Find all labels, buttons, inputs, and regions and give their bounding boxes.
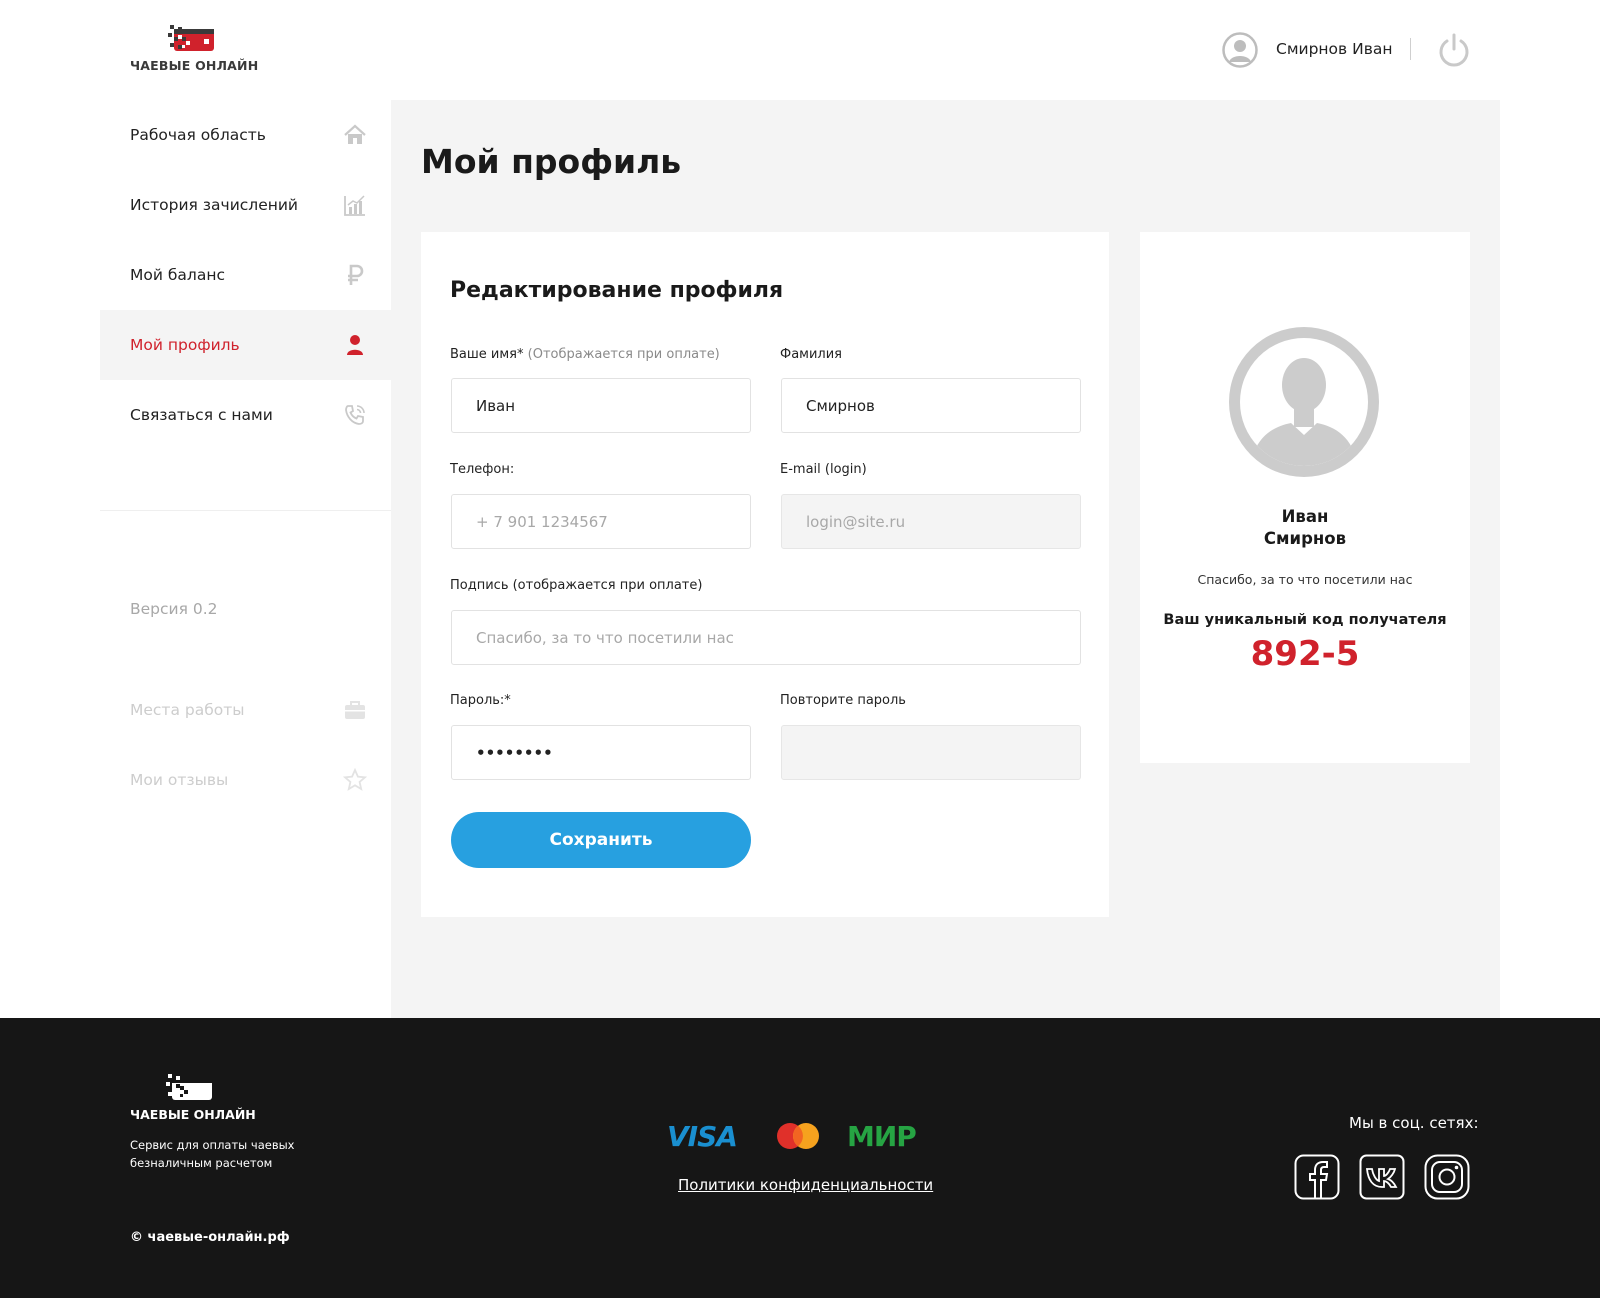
- repeat-password-label: Повторите пароль: [780, 693, 906, 708]
- email-label: E-mail (login): [780, 462, 867, 477]
- password-label: Пароль:*: [450, 693, 511, 708]
- repeat-password-input[interactable]: [781, 725, 1081, 780]
- profile-last-name: Смирнов: [1263, 529, 1347, 548]
- phone-input[interactable]: [451, 494, 751, 549]
- form-title: Редактирование профиля: [450, 278, 784, 303]
- star-icon: [343, 768, 367, 791]
- sidebar-divider: [100, 510, 391, 511]
- visa-logo: VISA: [667, 1120, 738, 1153]
- footer-description: Сервис для оплаты чаевых безналичным рас…: [130, 1138, 295, 1170]
- footer-logo-text: ЧАЕВЫЕ ОНЛАЙН: [130, 1107, 256, 1122]
- first-name-input[interactable]: [451, 378, 751, 433]
- footer-logo-icon: [166, 1074, 212, 1100]
- phone-label: Телефон:: [450, 462, 515, 477]
- profile-signature: Спасибо, за то что посетили нас: [1197, 572, 1413, 587]
- sidebar-item-label: Связаться с нами: [130, 406, 273, 424]
- ruble-icon: [348, 264, 364, 285]
- sidebar-item-label: Мои отзывы: [130, 771, 229, 789]
- sidebar-item-balance[interactable]: Мой баланс: [100, 240, 391, 310]
- phone-icon: [345, 405, 365, 425]
- sidebar-item-contact[interactable]: Связаться с нами: [100, 380, 391, 450]
- mastercard-logo-icon: [777, 1123, 819, 1149]
- sidebar-item-profile[interactable]: Мой профиль: [100, 310, 391, 380]
- chart-icon: [344, 195, 365, 216]
- sidebar-item-label: Мой профиль: [130, 336, 240, 354]
- logout-power-icon[interactable]: [1436, 32, 1472, 68]
- recipient-code-label: Ваш уникальный код получателя: [1163, 612, 1447, 628]
- sidebar-item-label: История зачислений: [130, 196, 299, 214]
- page-title: Мой профиль: [421, 142, 682, 181]
- sidebar-item-label: Места работы: [130, 701, 245, 719]
- last-name-label: Фамилия: [780, 347, 842, 362]
- signature-label: Подпись (отображается при оплате): [450, 578, 703, 593]
- first-name-label: Ваше имя* (Отображается при оплате): [450, 347, 720, 362]
- briefcase-icon: [345, 701, 365, 719]
- mir-logo: МИР: [847, 1120, 917, 1153]
- header: ЧАЕВЫЕ ОНЛАЙН Смирнов Иван: [0, 0, 1600, 100]
- user-icon: [347, 335, 363, 355]
- save-button[interactable]: Сохранить: [451, 812, 751, 868]
- facebook-icon[interactable]: [1294, 1154, 1340, 1200]
- sidebar-item-reviews[interactable]: Мои отзывы: [100, 745, 391, 815]
- user-avatar-icon[interactable]: [1222, 32, 1258, 68]
- profile-first-name: Иван: [1281, 507, 1329, 526]
- profile-edit-form: Редактирование профиля Ваше имя* (Отобра…: [421, 232, 1109, 917]
- password-input[interactable]: [451, 725, 751, 780]
- logo-icon: [168, 25, 214, 51]
- first-name-hint: (Отображается при оплате): [527, 347, 720, 362]
- sidebar: Рабочая область История зачислений Мой б…: [100, 100, 391, 1018]
- first-name-label-text: Ваше имя*: [450, 347, 524, 362]
- instagram-icon[interactable]: [1424, 1154, 1470, 1200]
- sidebar-item-workspace[interactable]: Рабочая область: [100, 100, 391, 170]
- sidebar-item-workplaces[interactable]: Места работы: [100, 675, 391, 745]
- profile-avatar-icon: [1229, 327, 1379, 477]
- header-separator: [1410, 38, 1411, 60]
- home-icon: [344, 124, 366, 144]
- privacy-policy-link[interactable]: Политики конфиденциальности: [678, 1176, 933, 1194]
- sidebar-item-label: Мой баланс: [130, 266, 225, 284]
- last-name-input[interactable]: [781, 378, 1081, 433]
- profile-summary-card: Иван Смирнов Спасибо, за то что посетили…: [1140, 232, 1470, 763]
- social-title: Мы в соц. сетях:: [1349, 1114, 1479, 1132]
- recipient-code: 892-5: [1250, 634, 1360, 674]
- sidebar-item-label: Рабочая область: [130, 126, 266, 144]
- app-version: Версия 0.2: [130, 600, 218, 618]
- signature-input[interactable]: [451, 610, 1081, 665]
- logo-text: ЧАЕВЫЕ ОНЛАЙН: [130, 58, 259, 73]
- payment-logos: VISA МИР: [667, 1118, 937, 1153]
- sidebar-item-history[interactable]: История зачислений: [100, 170, 391, 240]
- email-input[interactable]: [781, 494, 1081, 549]
- vk-icon[interactable]: [1359, 1154, 1405, 1200]
- main-content: Мой профиль Редактирование профиля Ваше …: [391, 100, 1500, 1018]
- user-name[interactable]: Смирнов Иван: [1276, 40, 1392, 58]
- footer-copyright: © чаевые-онлайн.рф: [130, 1230, 290, 1245]
